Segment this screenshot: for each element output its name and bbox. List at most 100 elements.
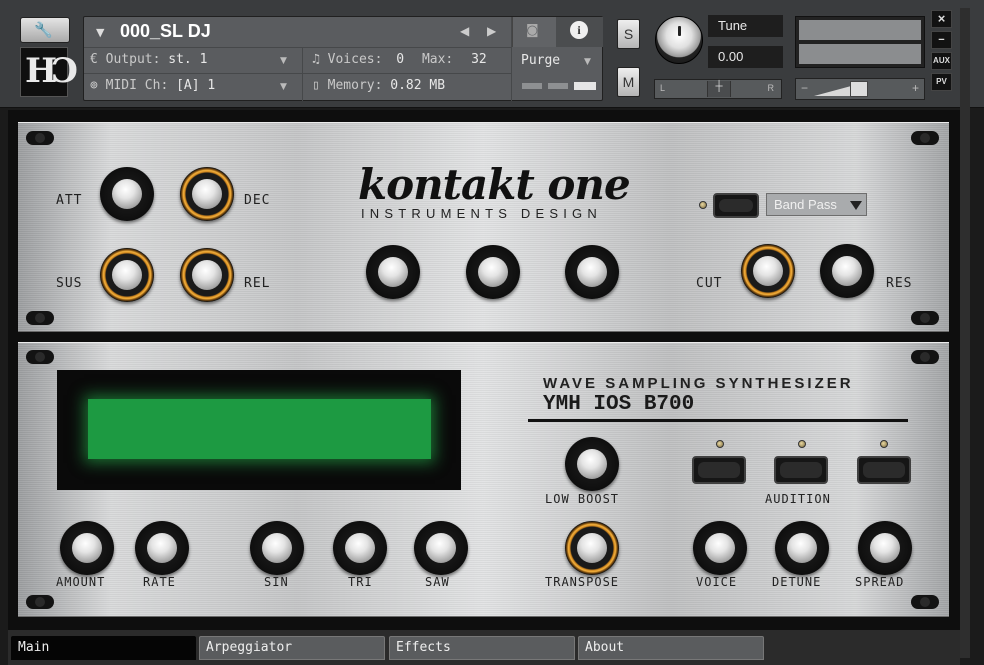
tab-main[interactable]: Main — [11, 636, 196, 660]
low-boost-knob[interactable] — [565, 437, 619, 491]
minimize-button[interactable]: − — [931, 31, 952, 49]
macro-knob-1[interactable] — [366, 245, 420, 299]
detune-label: DETUNE — [772, 575, 822, 589]
release-knob[interactable] — [180, 248, 234, 302]
detune-knob[interactable] — [775, 521, 829, 575]
pv-button[interactable]: PV — [931, 73, 952, 91]
memory-icon: ▯ — [312, 78, 320, 93]
wrench-icon: 🔧 — [34, 21, 53, 39]
rack-screw — [911, 131, 939, 145]
rack-screw — [26, 131, 54, 145]
res-label: RES — [886, 276, 913, 291]
purge-indicator-3 — [574, 82, 596, 90]
chevron-down-icon — [850, 201, 862, 210]
purge-dropdown-icon[interactable]: ▼ — [584, 57, 591, 67]
filter-type-select[interactable]: Band Pass — [766, 193, 867, 216]
instrument-info-panel: ▼ 000_SL DJ ◀ ▶ € Output: st. 1 ▼ ⊚ MIDI… — [83, 16, 603, 101]
resonance-knob[interactable] — [820, 244, 874, 298]
audition-led-3 — [880, 440, 888, 448]
saw-knob[interactable] — [414, 521, 468, 575]
synth-model: YMH IOS B700 — [543, 393, 695, 416]
output-field[interactable]: € Output: st. 1 — [90, 52, 207, 67]
close-button[interactable]: × — [931, 10, 952, 28]
tab-effects[interactable]: Effects — [389, 636, 575, 660]
amount-knob[interactable] — [60, 521, 114, 575]
rate-knob[interactable] — [135, 521, 189, 575]
solo-button[interactable]: S — [617, 19, 640, 49]
memory-field: ▯ Memory: 0.82 MB — [312, 78, 446, 93]
midi-channel-field[interactable]: ⊚ MIDI Ch: [A] 1 — [90, 78, 215, 93]
rack-screw — [26, 350, 54, 364]
tri-knob[interactable] — [333, 521, 387, 575]
output-dropdown-icon[interactable]: ▼ — [280, 56, 287, 66]
audition-led-1 — [716, 440, 724, 448]
purge-menu[interactable]: Purge — [521, 53, 560, 68]
audition-button-3[interactable] — [857, 456, 911, 484]
rack-screw — [911, 350, 939, 364]
prev-instrument-icon[interactable]: ◀ — [460, 24, 469, 38]
lcd-display — [88, 399, 431, 459]
sustain-knob[interactable] — [100, 248, 154, 302]
wrench-button[interactable]: 🔧 — [20, 17, 70, 43]
tab-about[interactable]: About — [578, 636, 764, 660]
att-label: ATT — [56, 193, 83, 208]
voice-label: VOICE — [696, 575, 738, 589]
mute-button[interactable]: M — [617, 67, 640, 97]
transpose-label: TRANSPOSE — [545, 575, 620, 589]
cut-label: CUT — [696, 276, 723, 291]
spread-knob[interactable] — [858, 521, 912, 575]
max-voices-value[interactable]: 32 — [471, 52, 487, 67]
decay-knob[interactable] — [180, 167, 234, 221]
audition-button-1[interactable] — [692, 456, 746, 484]
rack-scrollbar[interactable] — [960, 8, 970, 658]
voices-icon: ♫ — [312, 52, 320, 67]
voice-knob[interactable] — [693, 521, 747, 575]
title-divider — [528, 419, 908, 422]
camera-icon: ◙ — [526, 23, 539, 38]
instrument-menu-arrow-icon[interactable]: ▼ — [96, 26, 104, 39]
kontakt-one-subtitle: INSTRUMENTS DESIGN — [361, 206, 602, 221]
pan-handle[interactable]: ┼ — [707, 81, 731, 97]
kontakt-one-logo: kontakt one — [358, 160, 631, 209]
rack-screw — [911, 595, 939, 609]
midi-icon: ⊚ — [90, 78, 98, 93]
macro-knob-2[interactable] — [466, 245, 520, 299]
volume-handle[interactable] — [850, 81, 868, 97]
midi-dropdown-icon[interactable]: ▼ — [280, 82, 287, 92]
info-icon: i — [570, 21, 588, 39]
rack-screw — [911, 311, 939, 325]
purge-indicator-2 — [548, 83, 568, 89]
rack-screw — [26, 595, 54, 609]
macro-knob-3[interactable] — [565, 245, 619, 299]
filter-toggle-button[interactable] — [713, 193, 759, 218]
instrument-logo: HƆ — [20, 47, 78, 97]
tune-label: Tune — [708, 15, 783, 37]
volume-slider[interactable]: − + — [795, 78, 925, 100]
attack-knob[interactable] — [100, 167, 154, 221]
sin-knob[interactable] — [250, 521, 304, 575]
rel-label: REL — [244, 276, 271, 291]
sin-label: SIN — [264, 575, 289, 589]
envelope-filter-panel — [18, 122, 949, 332]
tune-knob[interactable] — [655, 16, 703, 64]
audition-button-2[interactable] — [774, 456, 828, 484]
level-meter — [795, 16, 925, 68]
transpose-knob[interactable] — [565, 521, 619, 575]
amount-label: AMOUNT — [56, 575, 106, 589]
pan-slider[interactable]: L ┼ R — [654, 79, 782, 99]
dec-label: DEC — [244, 193, 271, 208]
cutoff-knob[interactable] — [741, 244, 795, 298]
sus-label: SUS — [56, 276, 83, 291]
output-icon: € — [90, 52, 98, 67]
next-instrument-icon[interactable]: ▶ — [487, 24, 496, 38]
audition-label: AUDITION — [765, 492, 831, 506]
info-button[interactable]: i — [556, 17, 603, 47]
tri-label: TRI — [348, 575, 373, 589]
rack-screw — [26, 311, 54, 325]
instrument-name[interactable]: 000_SL DJ — [120, 21, 211, 42]
snapshot-button[interactable]: ◙ — [512, 17, 556, 47]
aux-button[interactable]: AUX — [931, 52, 952, 70]
tab-arpeggiator[interactable]: Arpeggiator — [199, 636, 385, 660]
filter-led — [699, 201, 707, 209]
tune-value[interactable]: 0.00 — [708, 46, 783, 68]
